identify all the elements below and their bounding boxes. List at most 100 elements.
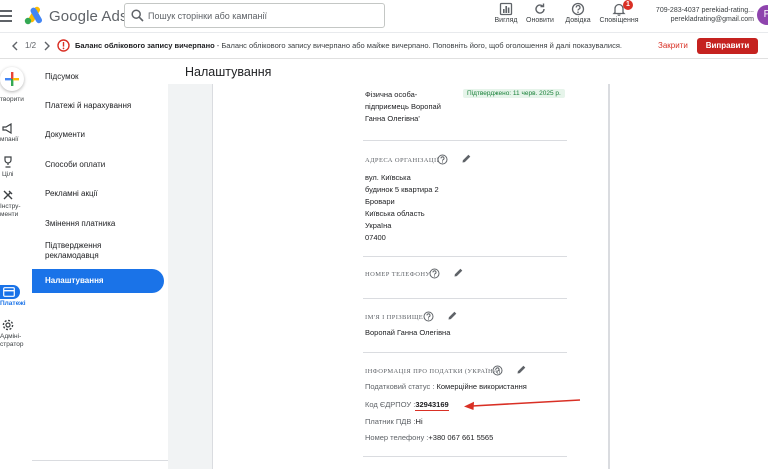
rail-billing-active[interactable]: [0, 285, 20, 299]
edit-pencil-icon[interactable]: [516, 364, 527, 375]
view-button[interactable]: Вигляд: [491, 2, 521, 30]
tax-phone-label: Номер телефону :: [365, 433, 429, 442]
help-label: Довідка: [565, 17, 591, 24]
campaigns-icon[interactable]: [2, 123, 14, 134]
subnav-divider: [32, 460, 172, 461]
entity-line-3: Ганна Олегівна': [365, 114, 420, 123]
fix-button[interactable]: Виправити: [697, 38, 758, 54]
notification-bar: 1/2 Баланс облікового запису вичерпано -…: [0, 33, 768, 59]
rail-goals-label[interactable]: Цілі: [2, 171, 14, 179]
edrpou-value: 32943169: [415, 400, 449, 411]
phone-section-title: Номер телефону: [365, 271, 431, 278]
google-ads-logo-icon[interactable]: [24, 6, 44, 25]
tax-section-title: Інформація про податки (Україна): [365, 368, 501, 375]
refresh-button[interactable]: Оновити: [525, 2, 555, 30]
section-divider: [363, 256, 567, 257]
help-circle-icon[interactable]: [423, 311, 434, 322]
notifications-label: Сповіщення: [599, 17, 639, 24]
notification-title: Баланс облікового запису вичерпано: [75, 41, 215, 50]
tax-phone-value: +380 067 661 5565: [428, 433, 494, 442]
account-info[interactable]: 709-283-4037 perekiad-rating... pereklad…: [646, 6, 754, 24]
search-box[interactable]: [124, 3, 385, 28]
search-input[interactable]: [148, 7, 378, 24]
billing-subnav: Підсумок Платежі й нарахування Документи…: [32, 59, 172, 469]
subnav-item-promotions[interactable]: Рекламні акції: [32, 189, 164, 199]
chevron-right-icon[interactable]: [42, 40, 52, 52]
logo-text: Google Ads: [49, 8, 128, 25]
rail-billing-label[interactable]: Платежі: [0, 300, 26, 308]
subnav-item-settings[interactable]: Налаштування: [32, 269, 164, 293]
address-line-region: Київська область: [365, 209, 425, 218]
rail-create-label[interactable]: творити: [0, 96, 24, 104]
search-icon: [131, 9, 144, 22]
notification-message: Баланс облікового запису вичерпано - Бал…: [75, 41, 622, 50]
subnav-item-summary[interactable]: Підсумок: [32, 72, 164, 82]
help-circle-icon[interactable]: [437, 154, 448, 165]
section-divider: [363, 298, 567, 299]
rail-tools-label[interactable]: Інстру-менти: [0, 203, 21, 219]
rail-campaigns-label[interactable]: мпанії: [0, 136, 18, 144]
page-title: Налаштування: [185, 65, 272, 79]
edrpou-label: Код ЄДРПОУ :: [365, 400, 416, 409]
subnav-item-change-payer[interactable]: Змінення платника: [32, 219, 164, 229]
view-label: Вигляд: [494, 17, 518, 24]
close-notification-button[interactable]: Закрити: [658, 41, 688, 50]
avatar[interactable]: P: [757, 5, 768, 25]
refresh-icon: [535, 3, 545, 14]
tax-phone-row: Номер телефону :+380 067 661 5565: [365, 432, 493, 443]
vat-row: Платник ПДВ :Ні: [365, 416, 423, 427]
edit-pencil-icon[interactable]: [453, 267, 464, 278]
left-rail: творити мпанії Цілі Інстру-менти Платежі…: [0, 59, 28, 469]
refresh-label: Оновити: [526, 17, 554, 24]
address-line-country: Україна: [365, 221, 392, 230]
subnav-item-transactions[interactable]: Платежі й нарахування: [32, 101, 164, 111]
help-icon: [571, 2, 585, 16]
goals-icon[interactable]: [2, 156, 14, 168]
account-id: 709-283-4037 perekiad-rating...: [655, 7, 754, 14]
subnav-item-documents[interactable]: Документи: [32, 130, 164, 140]
help-circle-icon[interactable]: [492, 365, 503, 376]
entity-line-2: підприємець Воропай: [365, 102, 441, 111]
name-section-title: Ім'я і прізвище: [365, 314, 424, 321]
subnav-item-advertiser-verification[interactable]: Підтвердження рекламодавця: [32, 241, 142, 261]
vat-label: Платник ПДВ :: [365, 417, 416, 426]
notifications-button[interactable]: 1 Сповіщення: [599, 0, 639, 30]
view-icon: [499, 2, 513, 16]
tax-status-row: Податковий статус : Комерційне використа…: [365, 381, 527, 392]
address-line-street: вул. Київська: [365, 173, 411, 182]
entity-line-1: Фізична особа-: [365, 90, 418, 99]
tax-status-label: Податковий статус :: [365, 382, 435, 391]
section-divider: [363, 456, 567, 457]
notification-count-badge: 1: [623, 0, 633, 10]
help-button[interactable]: Довідка: [562, 2, 594, 30]
edit-pencil-icon[interactable]: [461, 153, 472, 164]
tools-icon[interactable]: [2, 189, 14, 201]
name-value: Воропай Ганна Олегівна: [365, 328, 451, 337]
right-panel: [609, 84, 768, 469]
top-header: Google Ads Вигляд Оновити Довідка: [0, 0, 768, 33]
billing-icon: [3, 287, 15, 297]
create-plus-icon: [5, 72, 19, 86]
error-alert-icon: [57, 39, 70, 52]
subnav-item-payment-methods[interactable]: Способи оплати: [32, 160, 164, 170]
admin-icon[interactable]: [2, 319, 14, 331]
section-divider: [363, 352, 567, 353]
verified-badge: Підтверджено: 11 черв. 2025 р.: [463, 89, 565, 98]
address-section-title: Адреса організації: [365, 157, 440, 164]
account-email: perekladrating@gmail.com: [670, 16, 754, 23]
section-divider: [363, 140, 567, 141]
rail-admin-label[interactable]: Адміні-стратор: [0, 333, 23, 349]
edrpou-row: Код ЄДРПОУ :32943169: [365, 399, 449, 411]
create-button[interactable]: [0, 67, 24, 91]
tax-status-value: Комерційне використання: [436, 382, 527, 391]
vat-value: Ні: [415, 417, 423, 426]
address-line-city: Бровари: [365, 197, 395, 206]
edit-pencil-icon[interactable]: [447, 310, 458, 321]
notification-counter: 1/2: [25, 41, 37, 50]
address-line-postcode: 07400: [365, 233, 386, 242]
address-line-building: будинок 5 квартира 2: [365, 185, 439, 194]
help-circle-icon[interactable]: [429, 268, 440, 279]
menu-icon[interactable]: [0, 8, 14, 24]
chevron-left-icon[interactable]: [10, 40, 20, 52]
notification-text: - Баланс облікового запису вичерпано або…: [214, 41, 622, 50]
